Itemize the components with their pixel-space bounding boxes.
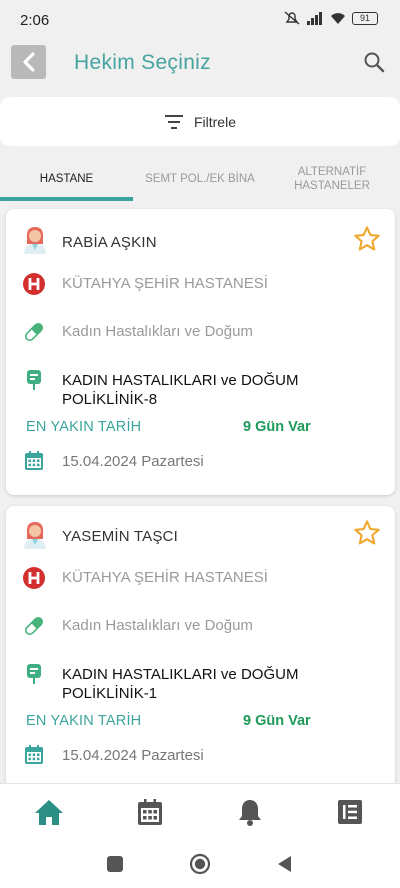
tab-hastane[interactable]: HASTANE bbox=[0, 156, 133, 202]
tab-alternatif[interactable]: ALTERNATİF HASTANELER bbox=[272, 156, 392, 202]
filter-button[interactable]: Filtrele bbox=[0, 97, 400, 146]
pill-icon bbox=[24, 322, 44, 342]
filter-label: Filtrele bbox=[193, 113, 236, 130]
hospital-h-icon bbox=[23, 273, 45, 295]
clinic-name: KADIN HASTALIKLARI ve DOĞUM POLİKLİNİK-8 bbox=[62, 371, 298, 409]
clinic-line2: POLİKLİNİK-1 bbox=[62, 685, 158, 702]
clinic-name: KADIN HASTALIKLARI ve DOĞUM POLİKLİNİK-1 bbox=[62, 665, 298, 703]
back-triangle-icon[interactable] bbox=[274, 853, 296, 875]
recents-icon[interactable] bbox=[104, 853, 126, 875]
mute-icon bbox=[284, 11, 300, 25]
clinic-line1: KADIN HASTALIKLARI ve DOĞUM bbox=[62, 666, 299, 683]
star-outline-icon[interactable] bbox=[353, 225, 381, 253]
hospital-h-icon bbox=[23, 567, 45, 589]
calendar-icon bbox=[138, 799, 162, 825]
doctor-name: YASEMİN TAŞCI bbox=[62, 528, 178, 545]
bell-icon bbox=[239, 800, 261, 826]
calendar-icon bbox=[25, 451, 43, 470]
filter-icon bbox=[164, 114, 183, 129]
clinic-line2: POLİKLİNİK-8 bbox=[62, 391, 158, 408]
nav-notifications[interactable] bbox=[234, 796, 266, 828]
female-doctor-icon bbox=[24, 522, 46, 549]
tab-label: HASTANE bbox=[39, 173, 94, 185]
status-time: 2:06 bbox=[20, 12, 50, 29]
doctor-name: RABİA AŞKIN bbox=[62, 234, 157, 251]
iv-bag-icon bbox=[27, 664, 41, 684]
calendar-icon bbox=[25, 745, 43, 764]
back-button[interactable] bbox=[11, 45, 46, 79]
doctor-list: RABİA AŞKIN KÜTAHYA ŞEHİR HASTANESİ Kadı… bbox=[0, 205, 400, 783]
signal-icon bbox=[307, 11, 322, 25]
chevron-left-icon bbox=[22, 52, 35, 72]
status-icons: 91 bbox=[284, 11, 378, 25]
wifi-icon bbox=[331, 12, 345, 24]
system-nav-bar bbox=[0, 841, 400, 888]
search-button[interactable] bbox=[362, 50, 386, 74]
tab-label: SEMT POL./EK BİNA bbox=[145, 173, 255, 185]
home-circle-icon[interactable] bbox=[189, 853, 211, 875]
female-doctor-icon bbox=[24, 227, 46, 254]
pill-icon bbox=[24, 616, 44, 636]
status-bar: 2:06 91 bbox=[0, 0, 400, 40]
nearest-date-label: EN YAKIN TARİH bbox=[26, 419, 142, 435]
branch-name: Kadın Hastalıkları ve Doğum bbox=[62, 617, 253, 634]
doctor-card[interactable]: YASEMİN TAŞCI KÜTAHYA ŞEHİR HASTANESİ Ka… bbox=[6, 506, 395, 783]
top-bar: Hekim Seçiniz bbox=[0, 40, 400, 90]
appointment-date: 15.04.2024 Pazartesi bbox=[62, 747, 204, 764]
nav-appointments[interactable] bbox=[134, 796, 166, 828]
nearest-date-value: 9 Gün Var bbox=[243, 419, 311, 435]
iv-bag-icon bbox=[27, 370, 41, 390]
appointment-date: 15.04.2024 Pazartesi bbox=[62, 453, 204, 470]
battery-indicator: 91 bbox=[352, 11, 378, 25]
tab-semt-pol[interactable]: SEMT POL./EK BİNA bbox=[140, 156, 260, 202]
nav-menu[interactable] bbox=[334, 796, 366, 828]
nav-home[interactable] bbox=[33, 796, 65, 828]
branch-name: Kadın Hastalıkları ve Doğum bbox=[62, 323, 253, 340]
home-icon bbox=[35, 800, 63, 825]
active-tab-indicator bbox=[0, 197, 133, 201]
page-title: Hekim Seçiniz bbox=[74, 51, 211, 74]
hospital-name: KÜTAHYA ŞEHİR HASTANESİ bbox=[62, 275, 268, 292]
doctor-card[interactable]: RABİA AŞKIN KÜTAHYA ŞEHİR HASTANESİ Kadı… bbox=[6, 209, 395, 495]
hospital-name: KÜTAHYA ŞEHİR HASTANESİ bbox=[62, 569, 268, 586]
clinic-line1: KADIN HASTALIKLARI ve DOĞUM bbox=[62, 372, 299, 389]
tab-label: ALTERNATİF HASTANELER bbox=[294, 166, 370, 192]
list-icon bbox=[338, 800, 362, 824]
star-outline-icon[interactable] bbox=[353, 519, 381, 547]
bottom-nav bbox=[0, 783, 400, 841]
nearest-date-label: EN YAKIN TARİH bbox=[26, 713, 142, 729]
tab-bar: HASTANE SEMT POL./EK BİNA ALTERNATİF HAS… bbox=[0, 156, 400, 202]
nearest-date-value: 9 Gün Var bbox=[243, 713, 311, 729]
search-icon bbox=[364, 52, 385, 73]
